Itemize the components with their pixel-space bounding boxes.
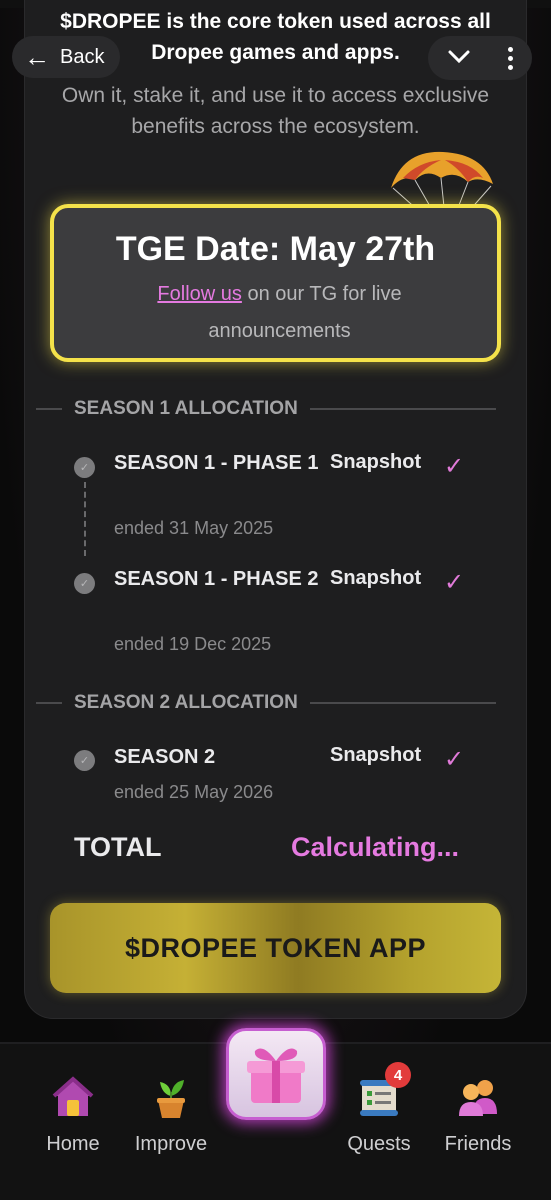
season-2-heading: SEASON 2 ALLOCATION bbox=[36, 691, 496, 715]
phase-title: SEASON 1 - PHASE 2 bbox=[114, 568, 319, 590]
back-button[interactable]: ← Back bbox=[12, 36, 120, 78]
nav-item-quests[interactable]: Quests bbox=[329, 1074, 429, 1156]
nav-label: Quests bbox=[347, 1133, 411, 1155]
total-value: Calculating... bbox=[291, 832, 460, 862]
tge-banner: TGE Date: May 27th Follow us on our TG f… bbox=[50, 204, 501, 362]
checkmark-icon: ✓ bbox=[444, 569, 465, 596]
divider bbox=[36, 408, 62, 410]
phase-date: ended 31 May 2025 bbox=[114, 518, 274, 538]
divider bbox=[309, 408, 496, 410]
friends-icon bbox=[459, 1080, 497, 1116]
total-label: TOTAL bbox=[74, 832, 162, 862]
phase-status: Snapshot bbox=[330, 567, 422, 589]
timeline-connector bbox=[84, 482, 86, 556]
nav-label: Friends bbox=[444, 1133, 512, 1155]
chevron-down-icon[interactable] bbox=[447, 45, 471, 71]
tge-title: TGE Date: May 27th bbox=[115, 230, 436, 268]
checkmark-icon: ✓ bbox=[444, 746, 465, 773]
intro-text-secondary: Own it, stake it, and use it to access e… bbox=[61, 84, 490, 138]
phase-date: ended 19 Dec 2025 bbox=[114, 634, 272, 654]
check-circle-icon: ✓ bbox=[74, 573, 95, 594]
phase-title: SEASON 2 bbox=[114, 746, 216, 768]
arrow-left-icon: ← bbox=[24, 42, 50, 72]
house-icon bbox=[52, 1076, 94, 1116]
gift-icon bbox=[247, 1048, 305, 1103]
back-label: Back bbox=[60, 45, 105, 68]
follow-us-link[interactable]: Follow us bbox=[157, 283, 241, 305]
checkmark-icon: ✓ bbox=[444, 453, 465, 480]
window-controls bbox=[428, 36, 532, 80]
nav-item-gift[interactable] bbox=[226, 1028, 326, 1120]
nav-label: Improve bbox=[134, 1133, 208, 1155]
phase-status: Snapshot bbox=[330, 744, 422, 766]
season-1-heading: SEASON 1 ALLOCATION bbox=[36, 397, 496, 421]
nav-item-home[interactable]: Home bbox=[23, 1074, 123, 1156]
phase-status: Snapshot bbox=[330, 451, 422, 473]
season-2-heading-label: SEASON 2 ALLOCATION bbox=[74, 692, 298, 713]
divider bbox=[36, 702, 62, 704]
token-app-button-label: $DROPEE TOKEN APP bbox=[124, 932, 427, 963]
nav-label: Home bbox=[46, 1133, 100, 1155]
quests-badge: 4 bbox=[385, 1062, 411, 1088]
divider bbox=[309, 702, 496, 704]
check-circle-icon: ✓ bbox=[74, 750, 95, 771]
check-circle-icon: ✓ bbox=[74, 457, 95, 478]
tge-subtitle: Follow us on our TG for live announcemen… bbox=[94, 276, 465, 350]
kebab-menu-icon[interactable] bbox=[508, 46, 514, 70]
phase-date: ended 25 May 2026 bbox=[114, 782, 274, 802]
sprout-pot-icon bbox=[157, 1080, 185, 1118]
nav-item-improve[interactable]: Improve bbox=[121, 1074, 221, 1156]
season-1-heading-label: SEASON 1 ALLOCATION bbox=[74, 398, 298, 419]
nav-item-friends[interactable]: Friends bbox=[428, 1074, 528, 1156]
token-app-button[interactable]: $DROPEE TOKEN APP bbox=[50, 903, 501, 993]
phase-title: SEASON 1 - PHASE 1 bbox=[114, 452, 319, 474]
